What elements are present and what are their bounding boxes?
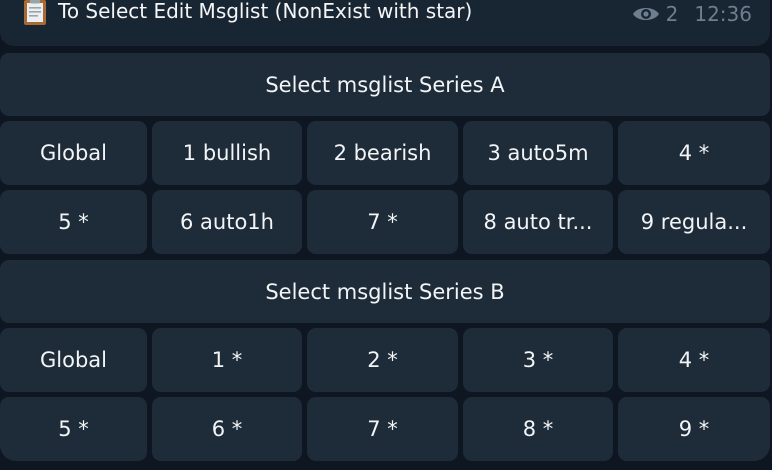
b-7-button[interactable]: 7 * <box>307 397 458 461</box>
message-content: To Select Edit Msglist (NonExist with st… <box>20 0 472 27</box>
button-label: 9 * <box>678 417 710 441</box>
button-label: 5 * <box>58 210 89 234</box>
b-5-button[interactable]: 5 * <box>0 397 147 461</box>
a-4-button[interactable]: 4 * <box>618 121 770 185</box>
button-label: 3 * <box>522 348 554 372</box>
message-meta: 2 12:36 <box>632 2 752 26</box>
button-label: 7 * <box>367 210 398 234</box>
button-label: 8 * <box>522 417 554 441</box>
message-time: 12:36 <box>694 2 752 26</box>
b-4-button[interactable]: 4 * <box>618 328 770 392</box>
button-label: 1 bullish <box>182 141 272 165</box>
button-label: Global <box>40 348 107 372</box>
button-label: 6 auto1h <box>180 210 274 234</box>
button-label: 9 regula... <box>640 210 748 234</box>
button-label: 2 * <box>367 348 398 372</box>
eye-icon <box>632 4 660 24</box>
button-label: 8 auto tr... <box>483 210 593 234</box>
button-label: 5 * <box>58 417 89 441</box>
a-7-button[interactable]: 7 * <box>307 190 458 254</box>
chat-area: To Select Edit Msglist (NonExist with st… <box>0 0 772 470</box>
button-label: Global <box>40 141 107 165</box>
a-9-button[interactable]: 9 regula... <box>618 190 770 254</box>
b-2-button[interactable]: 2 * <box>307 328 458 392</box>
button-label: 6 * <box>211 417 243 441</box>
button-label: 4 * <box>678 141 710 165</box>
a-5-button[interactable]: 5 * <box>0 190 147 254</box>
series-a-header-button[interactable]: Select msglist Series A <box>0 53 770 116</box>
b-3-button[interactable]: 3 * <box>463 328 613 392</box>
button-label: 7 * <box>367 417 398 441</box>
clipboard-icon <box>20 0 50 26</box>
b-6-button[interactable]: 6 * <box>152 397 302 461</box>
a-1-button[interactable]: 1 bullish <box>152 121 302 185</box>
button-label: 3 auto5m <box>487 141 589 165</box>
a-3-button[interactable]: 3 auto5m <box>463 121 613 185</box>
a-2-button[interactable]: 2 bearish <box>307 121 458 185</box>
b-9-button[interactable]: 9 * <box>618 397 770 461</box>
a-6-button[interactable]: 6 auto1h <box>152 190 302 254</box>
view-count: 2 <box>665 2 679 26</box>
series-b-header-label: Select msglist Series B <box>265 279 505 304</box>
a-8-button[interactable]: 8 auto tr... <box>463 190 613 254</box>
b-1-button[interactable]: 1 * <box>152 328 302 392</box>
button-label: 1 * <box>211 348 243 372</box>
button-label: 4 * <box>678 348 710 372</box>
button-label: 2 bearish <box>333 141 432 165</box>
series-b-header-button[interactable]: Select msglist Series B <box>0 260 770 323</box>
b-8-button[interactable]: 8 * <box>463 397 613 461</box>
message-text: To Select Edit Msglist (NonExist with st… <box>58 0 473 23</box>
series-a-header-label: Select msglist Series A <box>265 72 505 97</box>
message-bubble: To Select Edit Msglist (NonExist with st… <box>0 0 770 46</box>
b-global-button[interactable]: Global <box>0 328 147 392</box>
a-global-button[interactable]: Global <box>0 121 147 185</box>
